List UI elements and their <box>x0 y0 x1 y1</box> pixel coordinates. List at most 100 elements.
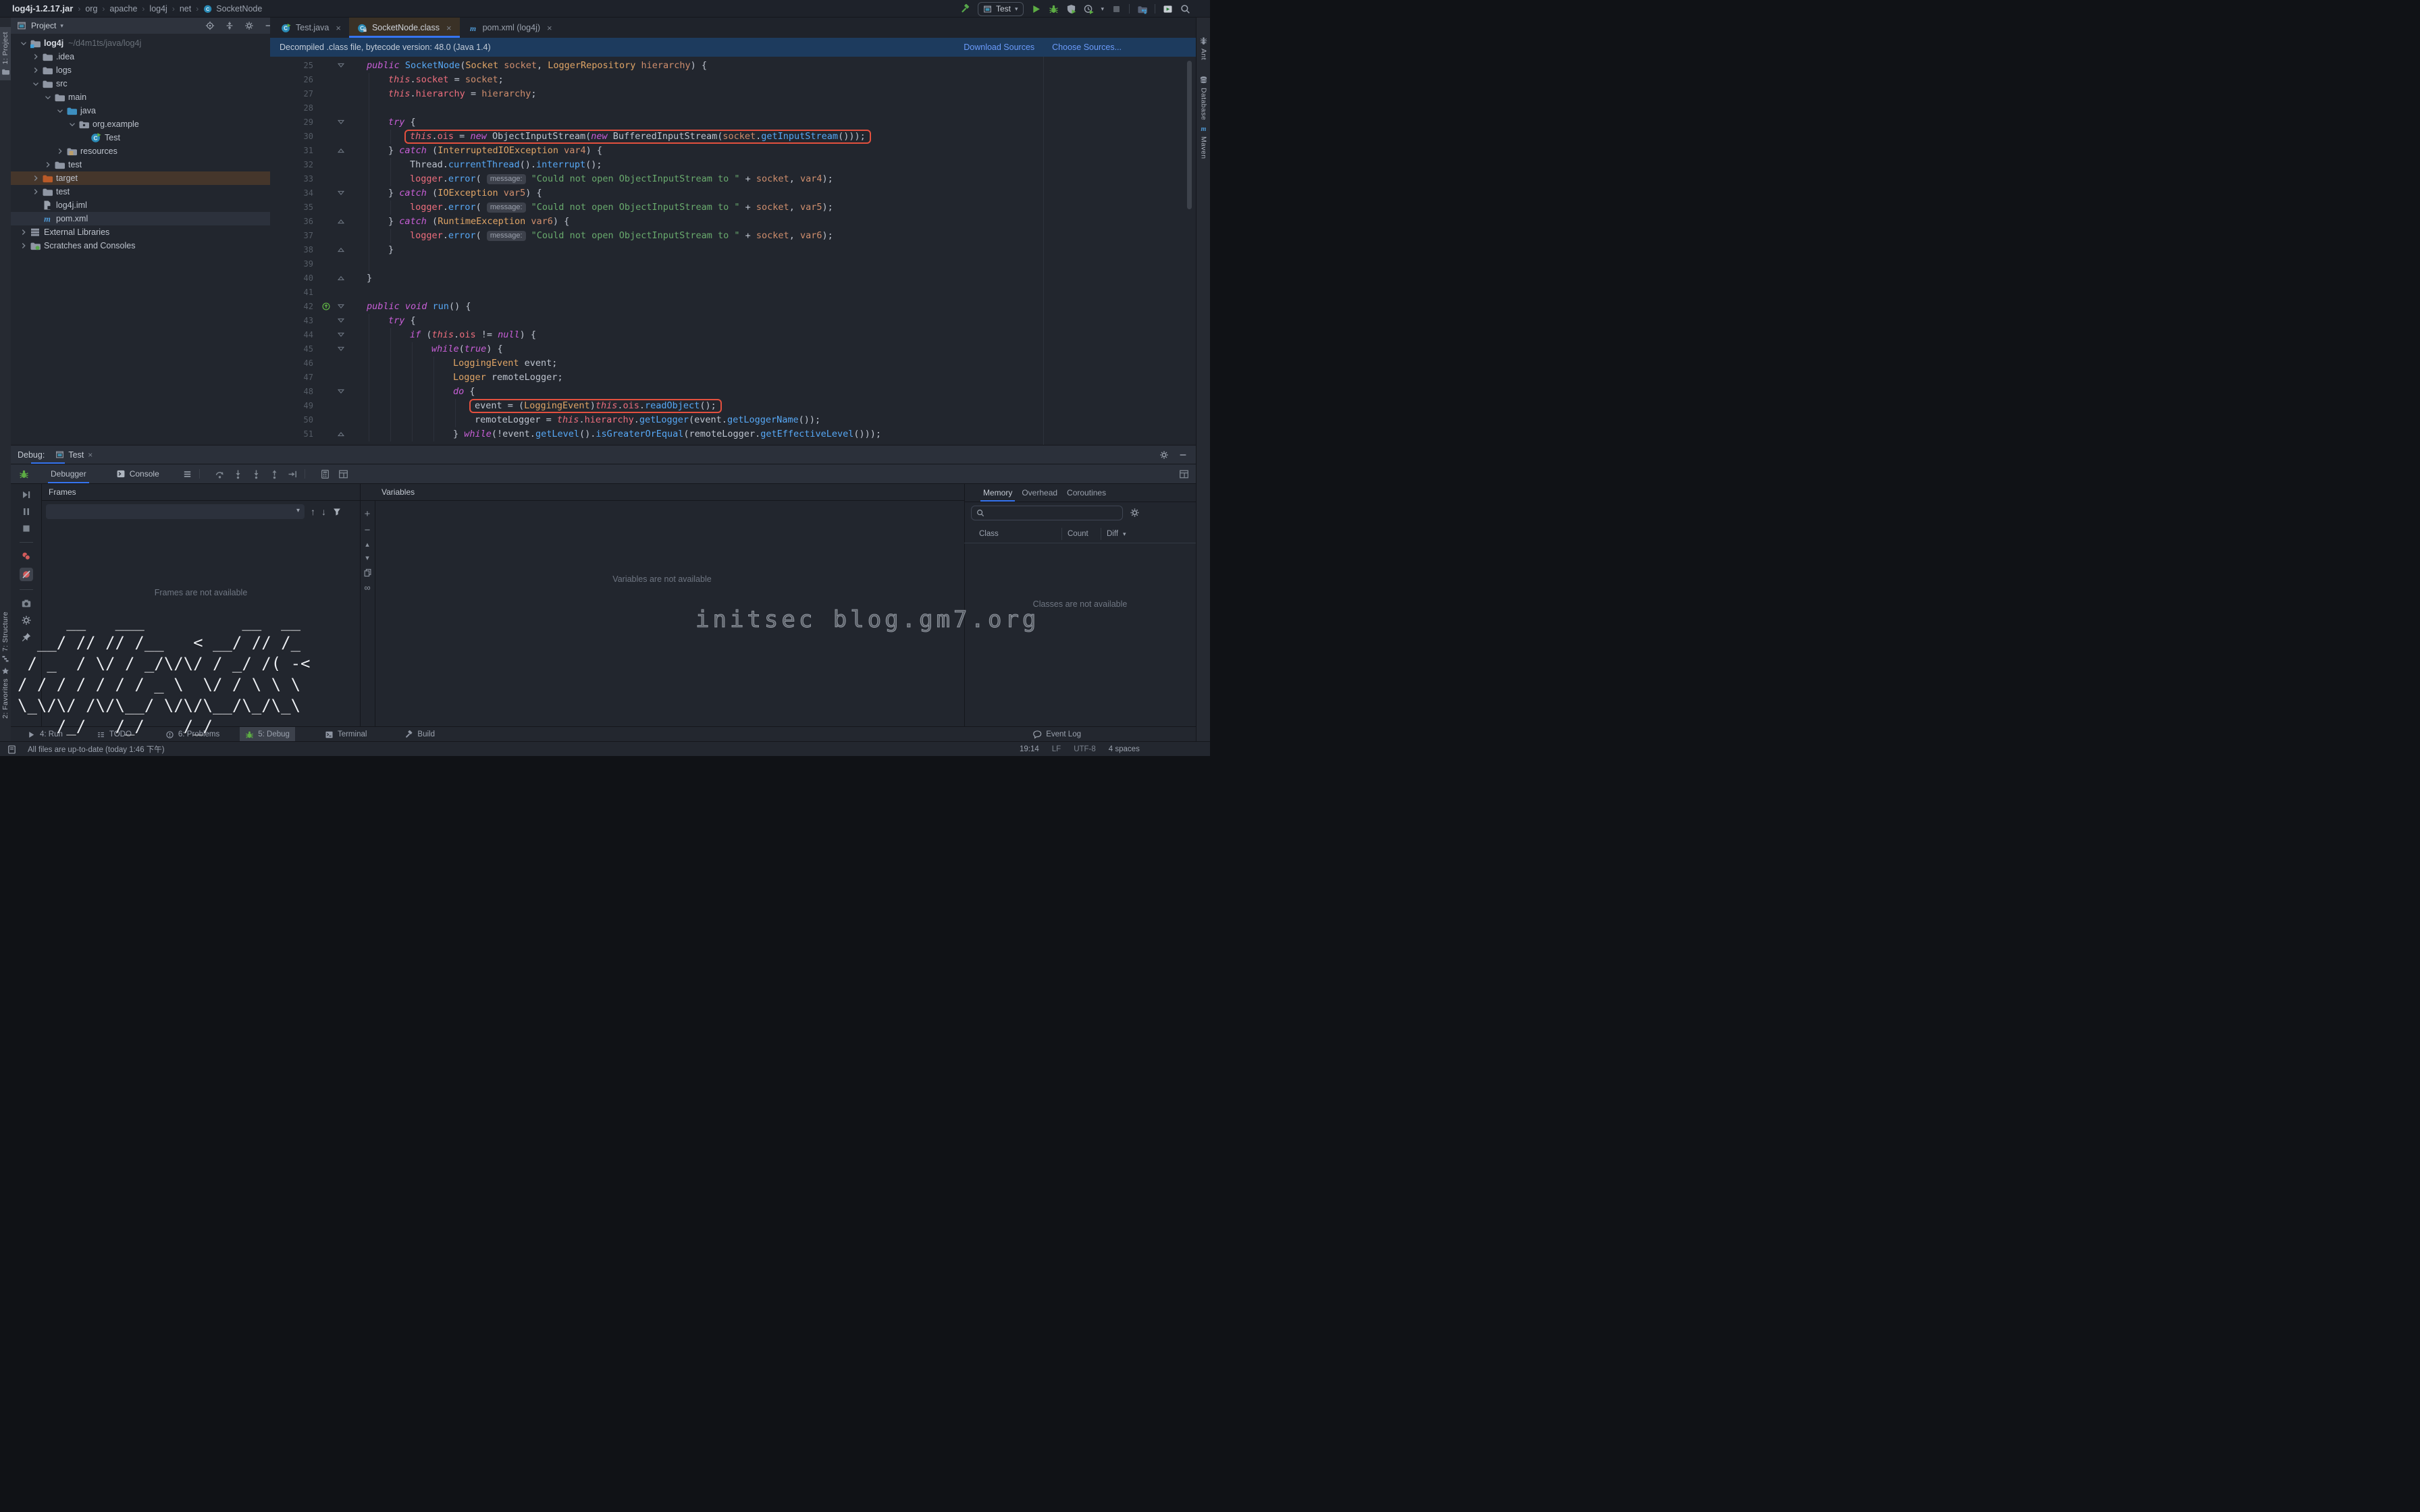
watch-return-icon[interactable]: ∞ <box>364 583 370 592</box>
status-item-3[interactable]: 4 spaces <box>1109 745 1140 753</box>
pause-icon[interactable] <box>21 506 32 517</box>
tree-item-pom-xml[interactable]: mpom.xml <box>11 212 270 225</box>
fold-marker-icon[interactable] <box>336 188 346 198</box>
thread-dump-icon[interactable] <box>21 598 32 609</box>
chevron-right-icon[interactable] <box>31 65 41 75</box>
stripe-button-7-structure[interactable]: 7: Structure <box>0 612 11 663</box>
banner-link-choose-sources-[interactable]: Choose Sources... <box>1052 43 1122 52</box>
editor-scrollbar[interactable] <box>1187 61 1192 209</box>
stop-icon[interactable] <box>21 523 32 534</box>
search-icon[interactable] <box>1180 4 1190 14</box>
debug-bug-icon[interactable] <box>1049 4 1059 14</box>
tree-item-test[interactable]: CTest <box>11 131 270 144</box>
tree-item-org-example[interactable]: org.example <box>11 117 270 131</box>
debug-tab-console[interactable]: Console <box>113 464 162 483</box>
event-log-button[interactable]: Event Log <box>1032 730 1081 739</box>
tree-item-main[interactable]: main <box>11 90 270 104</box>
memory-column-class[interactable]: Class <box>964 530 1061 538</box>
tree-item-logs[interactable]: logs <box>11 63 270 77</box>
coverage-shield-icon[interactable] <box>1066 4 1076 14</box>
editor-area[interactable]: CTest.java×CSocketNode.class×mpom.xml (l… <box>270 18 1196 445</box>
run-play-icon[interactable] <box>1031 4 1041 14</box>
chevron-right-icon[interactable] <box>31 52 41 61</box>
project-structure-icon[interactable] <box>1137 4 1147 14</box>
add-icon[interactable]: + <box>365 509 371 519</box>
view-breakpoints-icon[interactable] <box>21 551 32 562</box>
up-arrow-icon[interactable]: ↑ <box>311 506 315 517</box>
chevron-down-icon[interactable] <box>55 106 65 115</box>
run-anything-icon[interactable] <box>1163 4 1173 14</box>
resume-icon[interactable] <box>21 489 32 500</box>
chevron-right-icon[interactable] <box>31 173 41 183</box>
chevron-down-icon[interactable] <box>68 119 77 129</box>
fold-marker-icon[interactable] <box>336 302 346 311</box>
fold-marker-icon[interactable] <box>336 387 346 396</box>
minus-icon[interactable] <box>1178 450 1188 460</box>
chevron-right-icon[interactable] <box>19 227 28 237</box>
toolwindow-button-6-problems[interactable]: 6: Problems <box>160 727 225 742</box>
hamburger-icon[interactable] <box>182 469 192 479</box>
tree-item-log4j-iml[interactable]: log4j.iml <box>11 198 270 212</box>
fold-marker-icon[interactable] <box>336 429 346 439</box>
code-editor[interactable]: 25public SocketNode(Socket socket, Logge… <box>270 57 1196 445</box>
editor-tab-test-java[interactable]: CTest.java× <box>273 18 349 38</box>
thread-dropdown[interactable]: ▾ <box>46 504 305 519</box>
down-tri-icon[interactable]: ▾ <box>365 555 369 562</box>
breadcrumb-item[interactable]: apache <box>109 4 137 14</box>
chevron-right-icon[interactable] <box>19 241 28 250</box>
stop-disabled-icon[interactable] <box>1111 4 1122 14</box>
gear-icon[interactable] <box>1159 450 1169 460</box>
copy-icon[interactable] <box>363 568 372 577</box>
fold-marker-icon[interactable] <box>336 117 346 127</box>
tree-item-test[interactable]: test <box>11 185 270 198</box>
tree-item--idea[interactable]: .idea <box>11 50 270 63</box>
memory-column-count[interactable]: Count <box>1062 530 1101 538</box>
force-step-into-icon[interactable] <box>251 469 261 479</box>
chevron-right-icon[interactable] <box>55 146 65 156</box>
fold-marker-icon[interactable] <box>336 344 346 354</box>
toolwindow-button-todo[interactable]: TODO <box>91 727 137 742</box>
toolwindow-button-terminal[interactable]: Terminal <box>319 727 372 742</box>
tree-item-test[interactable]: test <box>11 158 270 171</box>
step-over-icon[interactable] <box>215 469 225 479</box>
status-item-0[interactable]: 19:14 <box>1020 745 1039 753</box>
stripe-button-ant[interactable]: Ant <box>1196 36 1210 60</box>
tree-item-external-libraries[interactable]: External Libraries <box>11 225 270 239</box>
stripe-button-maven[interactable]: mMaven <box>1196 124 1210 159</box>
gear-icon[interactable] <box>244 21 254 30</box>
tree-item-java[interactable]: java <box>11 104 270 117</box>
collapse-all-icon[interactable] <box>225 21 234 30</box>
fold-marker-icon[interactable] <box>336 146 346 155</box>
stripe-button-1-project[interactable]: 1: Project <box>0 27 11 80</box>
up-tri-icon[interactable]: ▴ <box>365 541 369 549</box>
fold-marker-icon[interactable] <box>336 330 346 340</box>
chevron-right-icon[interactable] <box>31 187 41 196</box>
breadcrumb-item[interactable]: org <box>85 4 97 14</box>
toolwindow-button-4-run[interactable]: 4: Run <box>22 727 68 742</box>
tree-item-src[interactable]: src <box>11 77 270 90</box>
close-icon[interactable]: × <box>336 23 341 33</box>
breadcrumb-item[interactable]: net <box>180 4 191 14</box>
gear-icon[interactable] <box>21 615 32 626</box>
remove-icon[interactable]: − <box>365 525 371 535</box>
status-item-1[interactable]: LF <box>1052 745 1061 753</box>
project-tree[interactable]: log4j~/d4m1ts/java/log4j.idealogssrcmain… <box>11 36 270 252</box>
close-icon[interactable]: × <box>547 23 552 33</box>
chevron-down-icon[interactable] <box>19 38 28 48</box>
fold-marker-icon[interactable] <box>336 316 346 325</box>
banner-link-download-sources[interactable]: Download Sources <box>964 43 1034 52</box>
memory-tab-memory[interactable]: Memory <box>983 483 1012 502</box>
memory-tab-coroutines[interactable]: Coroutines <box>1067 483 1106 502</box>
chevron-down-icon[interactable] <box>31 79 41 88</box>
editor-tab-pom-xml-log4j-[interactable]: mpom.xml (log4j)× <box>460 18 560 38</box>
filter-icon[interactable] <box>332 507 342 516</box>
close-icon[interactable]: × <box>446 23 452 33</box>
locate-target-icon[interactable] <box>205 21 215 30</box>
down-arrow-icon[interactable]: ↓ <box>321 506 326 517</box>
fold-marker-icon[interactable] <box>336 61 346 70</box>
tree-item-resources[interactable]: resources <box>11 144 270 158</box>
breadcrumb-item[interactable]: log4j <box>149 4 167 14</box>
fold-marker-icon[interactable] <box>336 217 346 226</box>
editor-tab-socketnode-class[interactable]: CSocketNode.class× <box>349 18 460 38</box>
overrides-icon[interactable] <box>321 302 331 311</box>
